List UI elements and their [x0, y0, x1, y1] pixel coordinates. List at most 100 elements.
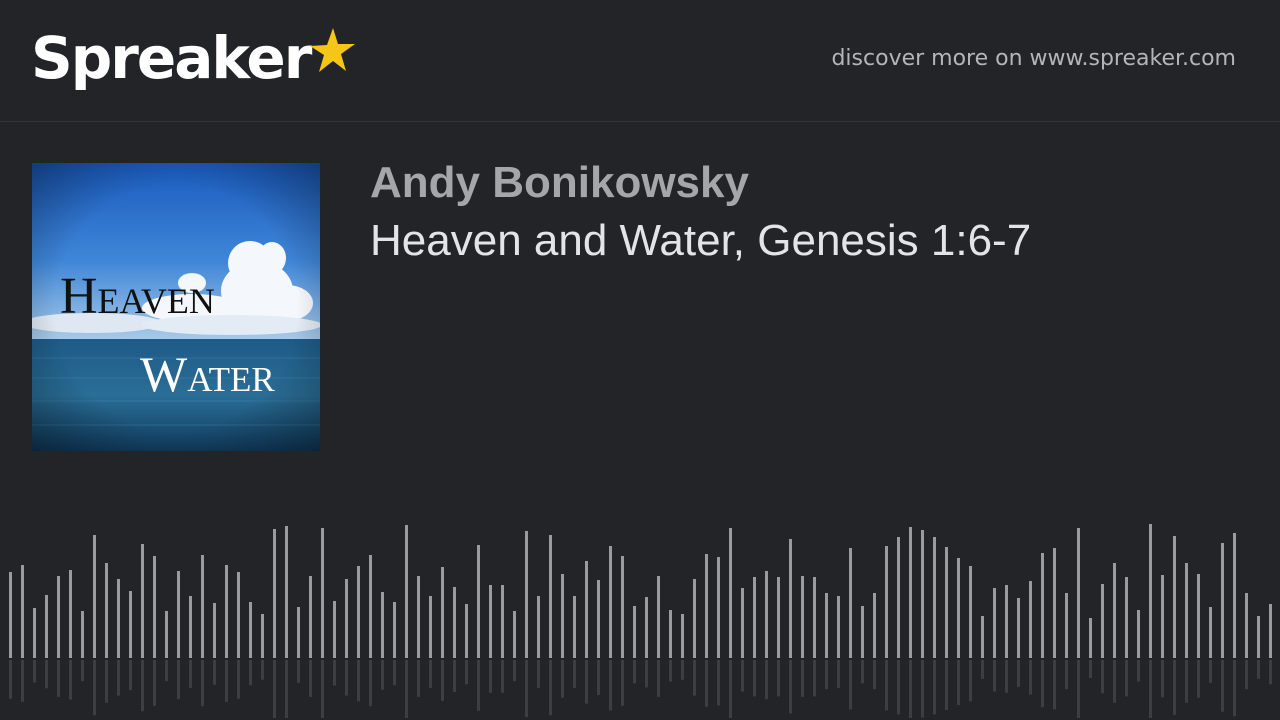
waveform-bar	[945, 547, 948, 658]
episode-cover-art: Heaven Water	[32, 163, 320, 451]
waveform-reflection	[1137, 660, 1140, 682]
waveform-reflection	[549, 660, 552, 716]
waveform-bar	[249, 602, 252, 658]
waveform-reflection	[93, 660, 96, 716]
waveform-bar	[501, 585, 504, 658]
waveform-bar	[141, 544, 144, 658]
waveform-bar	[417, 576, 420, 658]
waveform-reflection	[693, 660, 696, 696]
waveform-bar	[837, 596, 840, 658]
waveform-bar	[165, 611, 168, 658]
waveform-bar	[201, 555, 204, 658]
waveform-reflection	[933, 660, 936, 715]
waveform-reflection	[465, 660, 468, 685]
waveform-reflection	[1005, 660, 1008, 693]
waveform-bar	[69, 570, 72, 658]
waveform-reflection	[1065, 660, 1068, 690]
waveform-reflection	[357, 660, 360, 702]
waveform-reflection	[657, 660, 660, 697]
waveform-bar	[429, 596, 432, 658]
waveform-bar	[1185, 563, 1188, 658]
waveform-bar	[225, 565, 228, 658]
waveform-bar	[1173, 536, 1176, 658]
waveform-reflection	[369, 660, 372, 707]
waveform-bar	[1161, 575, 1164, 658]
waveform-bar	[585, 561, 588, 658]
waveform-reflection	[909, 660, 912, 718]
waveform-reflection	[969, 660, 972, 702]
waveform-reflection	[105, 660, 108, 703]
waveform-reflection	[1077, 660, 1080, 718]
waveform-reflection	[921, 660, 924, 718]
waveform-reflection	[561, 660, 564, 698]
waveform-bar	[1269, 604, 1272, 658]
waveform-reflection	[321, 660, 324, 718]
waveform-reflection	[669, 660, 672, 682]
waveform-bar	[549, 535, 552, 658]
author-name: Andy Bonikowsky	[370, 158, 749, 207]
waveform-bar	[621, 556, 624, 658]
waveform-reflection	[861, 660, 864, 684]
waveform-bar	[873, 593, 876, 658]
waveform-bar	[33, 608, 36, 658]
waveform-bar	[1089, 618, 1092, 658]
waveform-reflection	[957, 660, 960, 705]
spreaker-logo[interactable]: Spreaker	[31, 18, 356, 98]
waveform-bar	[717, 557, 720, 658]
waveform-reflection	[1053, 660, 1056, 710]
waveform-reflection	[69, 660, 72, 700]
waveform-reflection	[285, 660, 288, 718]
waveform-reflection	[609, 660, 612, 711]
waveform-reflection	[1089, 660, 1092, 678]
waveform-bar	[297, 607, 300, 658]
waveform-bar	[369, 555, 372, 658]
waveform-bar	[453, 587, 456, 658]
waveform-reflection	[33, 660, 36, 683]
waveform-reflection	[21, 660, 24, 702]
waveform-reflection	[237, 660, 240, 699]
waveform-bar	[1245, 593, 1248, 658]
waveform-bar	[1257, 616, 1260, 658]
waveform-reflection	[633, 660, 636, 684]
waveform-reflection	[537, 660, 540, 688]
waveform-bar	[801, 576, 804, 658]
waveform-bar	[45, 595, 48, 658]
waveform-reflection	[117, 660, 120, 696]
waveform-bar	[909, 527, 912, 658]
waveform-reflection	[501, 660, 504, 693]
waveform-bar	[465, 604, 468, 658]
waveform-bar	[729, 528, 732, 658]
waveform-reflection	[1041, 660, 1044, 708]
waveform-bar	[1137, 610, 1140, 658]
waveform-bar	[393, 602, 396, 658]
waveform-reflection	[1125, 660, 1128, 697]
waveform-bar	[885, 546, 888, 658]
waveform-reflection	[993, 660, 996, 692]
waveform-bar	[681, 614, 684, 658]
waveform-bar	[609, 546, 612, 658]
waveform-reflection	[189, 660, 192, 688]
discover-more-link[interactable]: discover more on www.spreaker.com	[831, 46, 1236, 71]
waveform-bar	[153, 556, 156, 658]
waveform-bar	[1209, 607, 1212, 658]
waveform-reflection	[1101, 660, 1104, 694]
waveform-bar	[1125, 577, 1128, 658]
waveform-bar	[993, 588, 996, 658]
waveform-reflection	[825, 660, 828, 690]
waveform-bar	[81, 611, 84, 658]
header-bar: Spreaker discover more on www.spreaker.c…	[0, 0, 1280, 122]
waveform-reflection	[141, 660, 144, 712]
waveform-bar	[489, 585, 492, 658]
waveform-bar	[1017, 598, 1020, 658]
waveform-reflection	[1113, 660, 1116, 703]
waveform-reflection	[417, 660, 420, 697]
waveform-reflection	[129, 660, 132, 691]
waveform-bar	[981, 616, 984, 658]
waveform-bar	[633, 606, 636, 658]
waveform-reflection	[1245, 660, 1248, 690]
logo-wordmark: Spreaker	[31, 24, 312, 92]
waveform-bar	[381, 592, 384, 658]
waveform-bar	[849, 548, 852, 658]
waveform-bar	[345, 579, 348, 658]
waveform-reflection	[201, 660, 204, 707]
